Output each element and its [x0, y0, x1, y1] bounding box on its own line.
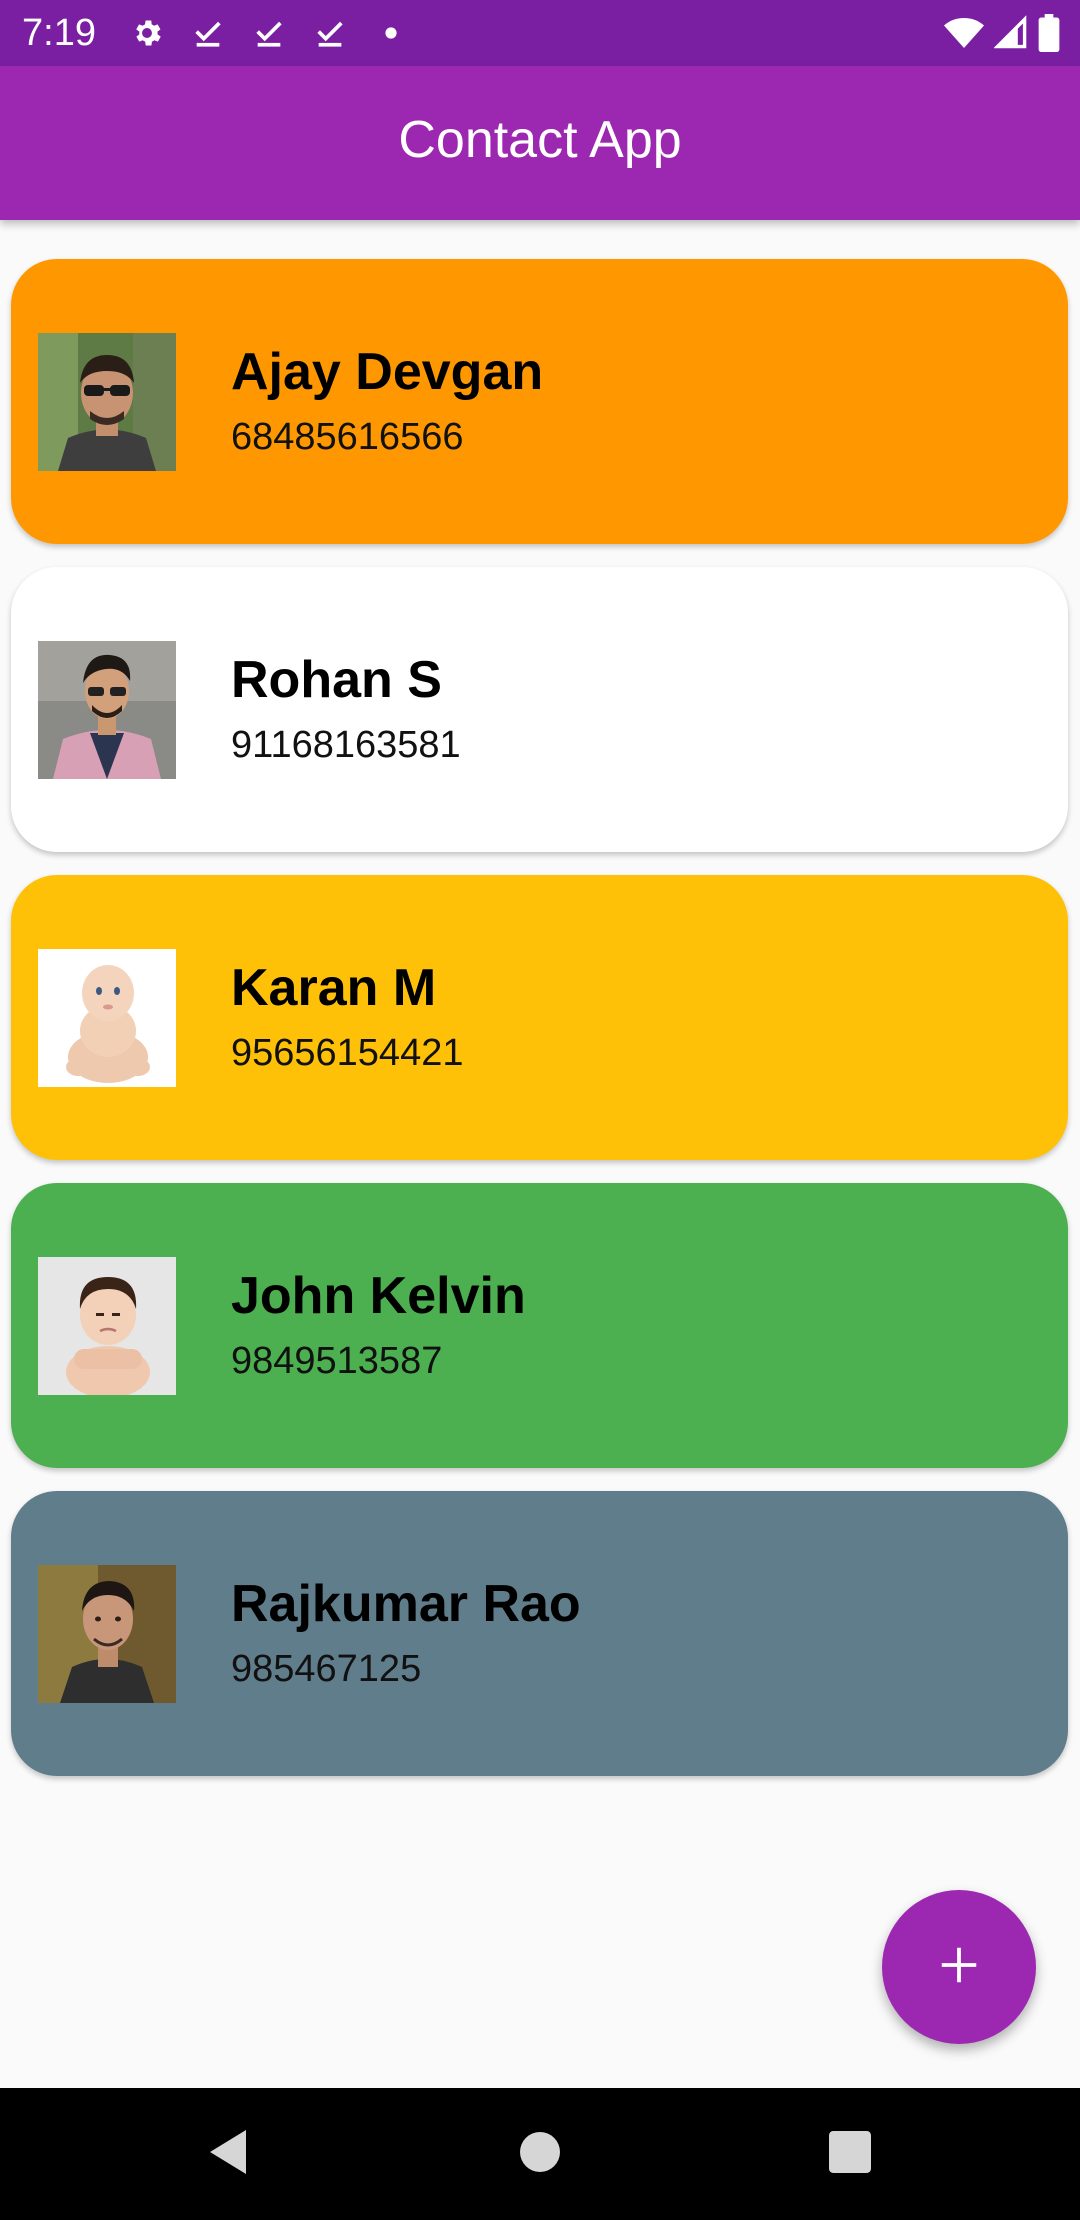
recents-icon [829, 2130, 871, 2178]
contact-name: Rohan S [231, 651, 442, 709]
contact-card[interactable]: Rajkumar Rao 985467125 [11, 1491, 1068, 1776]
cell-signal-icon [994, 15, 1028, 51]
status-notification-icons [128, 14, 433, 52]
download-done-icon [189, 14, 227, 52]
contact-name: John Kelvin [231, 1267, 526, 1325]
app-title: Contact App [398, 111, 682, 169]
add-contact-button[interactable] [882, 1890, 1036, 2044]
app-bar: Contact App [0, 66, 1080, 220]
contact-card[interactable]: Karan M 95656154421 [11, 875, 1068, 1160]
contact-avatar [38, 949, 176, 1087]
plus-icon [936, 1942, 982, 1993]
contact-card[interactable]: Rohan S 91168163581 [11, 567, 1068, 852]
contact-name: Karan M [231, 959, 437, 1017]
dot-icon [372, 14, 410, 52]
contact-phone: 95656154421 [231, 1032, 464, 1074]
home-button[interactable] [508, 2122, 572, 2186]
contact-card[interactable]: John Kelvin 9849513587 [11, 1183, 1068, 1468]
status-bar: 7:19 [0, 0, 1080, 66]
contact-avatar [38, 641, 176, 779]
wifi-icon [944, 15, 984, 51]
contact-card[interactable]: Ajay Devgan 68485616566 [11, 259, 1068, 544]
battery-icon [1038, 14, 1060, 52]
contact-phone: 985467125 [231, 1648, 422, 1690]
contact-avatar [38, 333, 176, 471]
contact-avatar [38, 1257, 176, 1395]
contact-phone: 91168163581 [231, 724, 461, 766]
back-button[interactable] [196, 2122, 260, 2186]
contact-name: Ajay Devgan [231, 343, 544, 401]
status-system-icons [934, 13, 1060, 53]
home-icon [518, 2130, 562, 2179]
download-done-icon [250, 14, 288, 52]
download-done-icon [311, 14, 349, 52]
contact-avatar [38, 1565, 176, 1703]
contact-name: Rajkumar Rao [231, 1575, 581, 1633]
navigation-bar [0, 2088, 1080, 2220]
contact-phone: 68485616566 [231, 416, 464, 458]
status-time: 7:19 [22, 12, 96, 54]
contact-phone: 9849513587 [231, 1340, 443, 1382]
recents-button[interactable] [818, 2122, 882, 2186]
back-icon [206, 2128, 250, 2181]
settings-icon [128, 14, 166, 52]
